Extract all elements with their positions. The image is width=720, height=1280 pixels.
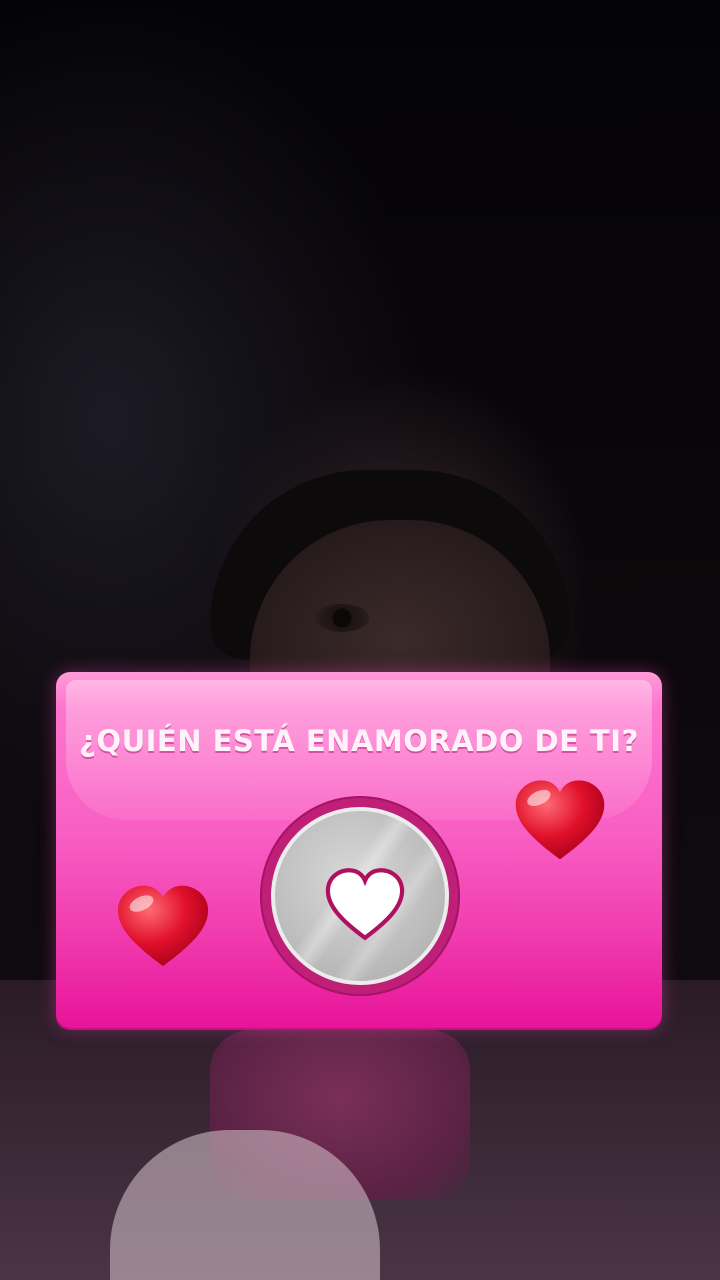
red-heart-icon	[515, 780, 605, 860]
red-heart-icon	[117, 885, 209, 967]
reveal-spinner-button[interactable]	[262, 798, 458, 994]
camera-view: ¿QUIÉN ESTÁ ENAMORADO DE TI?	[0, 0, 720, 1280]
filter-card: ¿QUIÉN ESTÁ ENAMORADO DE TI?	[56, 672, 662, 1028]
spinner-disc	[271, 807, 449, 985]
white-heart-icon	[325, 868, 405, 941]
background-eye	[315, 604, 369, 632]
filter-title: ¿QUIÉN ESTÁ ENAMORADO DE TI?	[79, 724, 639, 758]
